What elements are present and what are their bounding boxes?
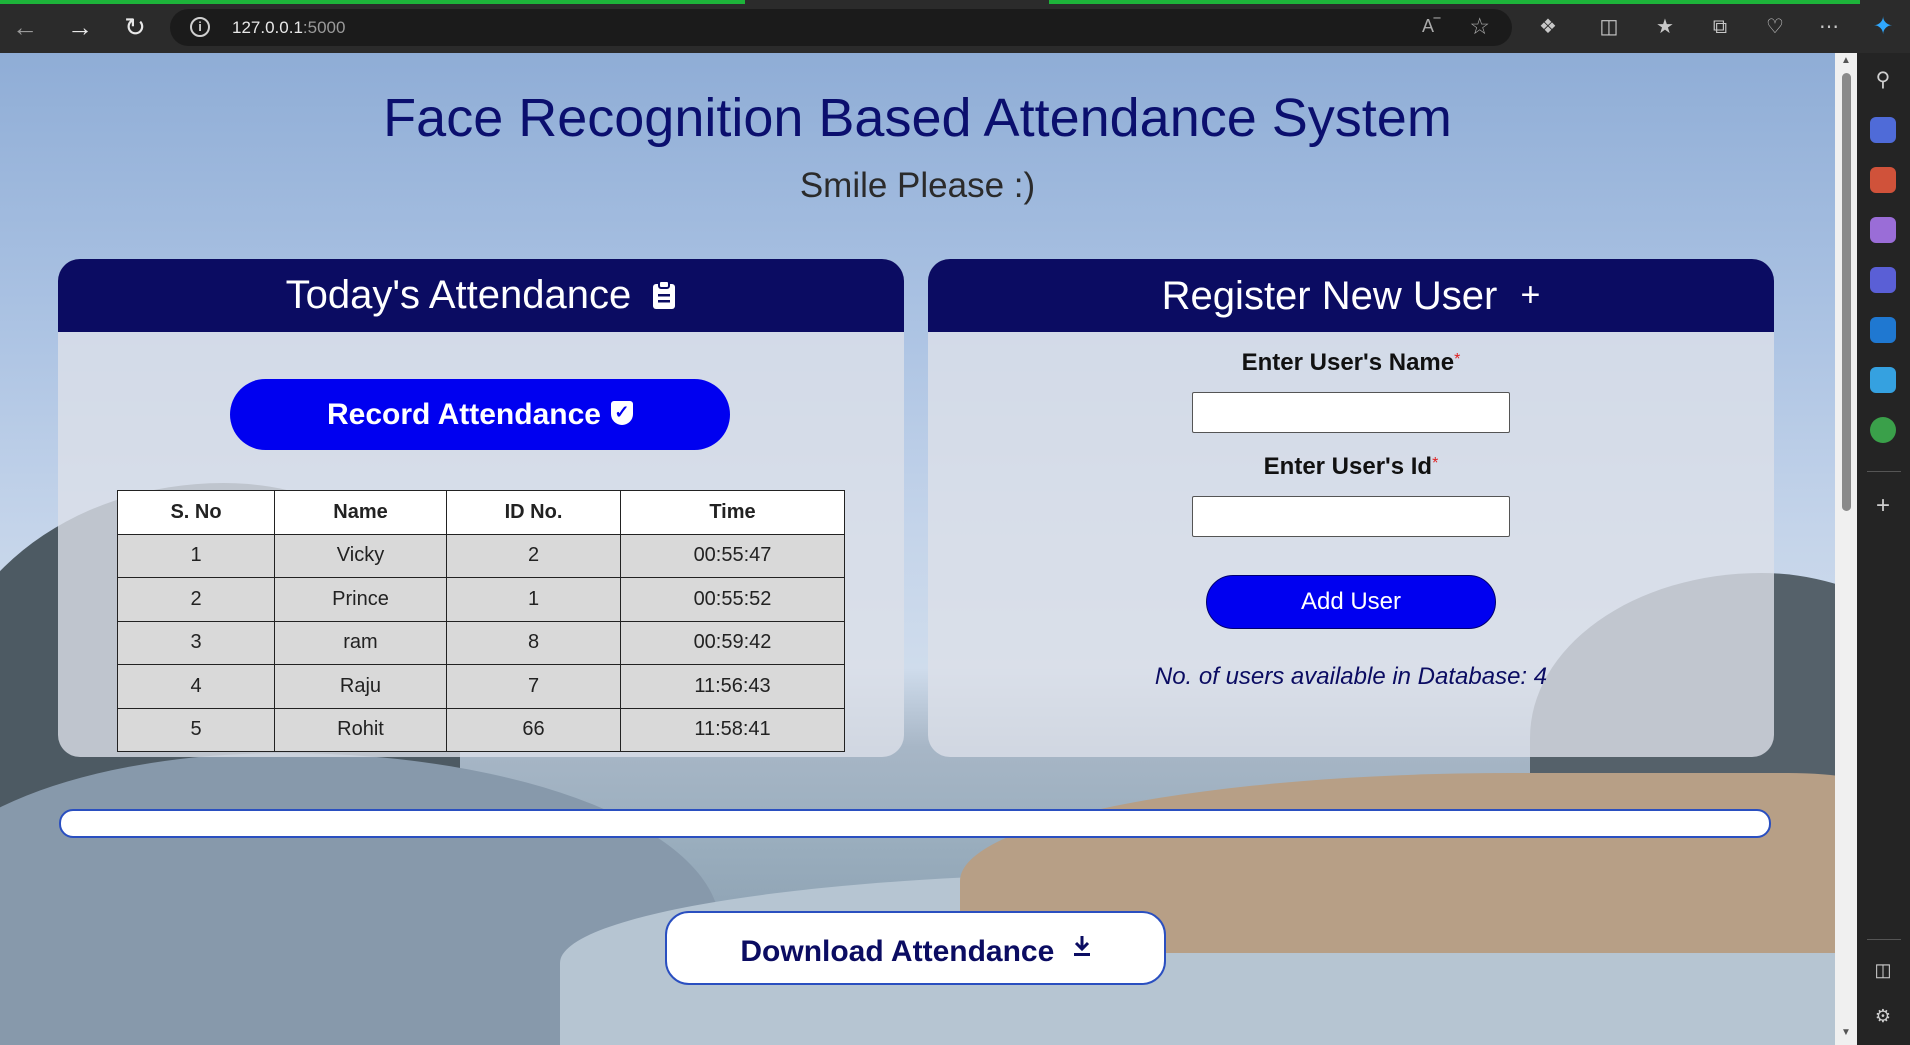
user-name-input[interactable]	[1192, 392, 1510, 433]
register-card: Register New User + Enter User's Name* E…	[928, 259, 1774, 757]
table-row: 2 Prince 1 00:55:52	[117, 577, 845, 622]
attendance-card: Today's Attendance Record Attendance ✓ S.…	[58, 259, 904, 757]
forward-icon[interactable]: →	[63, 10, 97, 44]
cell-name: Prince	[274, 577, 447, 622]
cell-time: 00:59:42	[620, 620, 845, 665]
cell-sno: 2	[117, 577, 275, 622]
cell-sno: 4	[117, 664, 275, 709]
cell-id: 2	[446, 533, 621, 578]
progress-bar	[59, 809, 1771, 838]
games-icon[interactable]	[1870, 217, 1896, 243]
cell-name: Rohit	[274, 707, 447, 752]
cell-sno: 5	[117, 707, 275, 752]
loading-bar	[1049, 0, 1860, 4]
download-attendance-label: Download Attendance	[740, 935, 1055, 968]
cell-sno: 3	[117, 620, 275, 665]
attendance-card-header: Today's Attendance	[58, 259, 904, 332]
sidebar-divider	[1867, 471, 1901, 472]
page-viewport: Face Recognition Based Attendance System…	[0, 53, 1835, 1045]
split-screen-icon[interactable]: ◫	[1594, 12, 1624, 42]
outlook-icon[interactable]	[1870, 317, 1896, 343]
database-count-text: No. of users available in Database: 4	[1154, 663, 1548, 690]
plus-icon: +	[1520, 276, 1541, 314]
column-header: Time	[620, 490, 845, 535]
add-user-button[interactable]: Add User	[1206, 575, 1496, 629]
site-info-icon[interactable]: i	[190, 17, 210, 37]
table-row: 3 ram 8 00:59:42	[117, 620, 845, 665]
collections-icon[interactable]: ⧉	[1705, 12, 1735, 42]
cell-id: 7	[446, 664, 621, 709]
favorites-icon[interactable]: ★	[1650, 12, 1680, 42]
cell-name: Raju	[274, 664, 447, 709]
favorite-star-icon[interactable]: ☆	[1469, 13, 1490, 40]
name-field-label: Enter User's Name*	[1241, 349, 1461, 376]
tools-icon[interactable]	[1870, 167, 1896, 193]
cell-name: ram	[274, 620, 447, 665]
url-text[interactable]: 127.0.0.1:5000	[232, 18, 345, 38]
browser-toolbar: ← → ↻ i 127.0.0.1:5000 A‾ ☆ ❖ ◫ ★ ⧉ ♡ ⋯ …	[0, 0, 1910, 53]
page-subtitle: Smile Please :)	[799, 166, 1036, 205]
copilot-icon[interactable]: ✦	[1868, 12, 1898, 42]
scroll-up-icon[interactable]: ▲	[1839, 55, 1853, 66]
m365-icon[interactable]	[1870, 267, 1896, 293]
browser-sidebar: ⚲ + ◫ ⚙	[1857, 53, 1910, 1045]
column-header: Name	[274, 490, 447, 535]
clipboard-icon	[652, 261, 676, 334]
cell-time: 11:56:43	[620, 664, 845, 709]
table-row: 5 Rohit 66 11:58:41	[117, 707, 845, 752]
check-shield-icon: ✓	[610, 401, 633, 425]
user-id-input[interactable]	[1192, 496, 1510, 537]
back-icon[interactable]: ←	[8, 10, 42, 44]
record-attendance-label: Record Attendance	[327, 398, 601, 431]
download-attendance-button[interactable]: Download Attendance	[665, 911, 1166, 985]
table-row: 4 Raju 7 11:56:43	[117, 664, 845, 709]
sidebar-divider	[1867, 939, 1901, 940]
cell-id: 66	[446, 707, 621, 752]
health-icon[interactable]: ♡	[1760, 12, 1790, 42]
telegram-icon[interactable]	[1870, 367, 1896, 393]
column-header: ID No.	[446, 490, 621, 535]
cell-time: 00:55:47	[620, 533, 845, 578]
required-mark: *	[1432, 455, 1439, 472]
sidebar-toggle-icon[interactable]: ◫	[1870, 957, 1896, 983]
attendance-heading: Today's Attendance	[285, 273, 632, 317]
cell-id: 8	[446, 620, 621, 665]
scrollbar-thumb[interactable]	[1842, 73, 1851, 511]
scroll-down-icon[interactable]: ▼	[1839, 1027, 1853, 1038]
settings-icon[interactable]: ⚙	[1870, 1003, 1896, 1029]
refresh-icon[interactable]: ↻	[118, 10, 152, 44]
column-header: S. No	[117, 490, 275, 535]
required-mark: *	[1454, 351, 1461, 368]
read-aloud-icon[interactable]: A‾	[1422, 16, 1440, 37]
page-title: Face Recognition Based Attendance System	[383, 88, 1452, 148]
register-card-header: Register New User +	[928, 259, 1774, 332]
table-row: 1 Vicky 2 00:55:47	[117, 533, 845, 578]
register-heading: Register New User	[1161, 274, 1498, 318]
cell-time: 11:58:41	[620, 707, 845, 752]
tree-icon[interactable]	[1870, 417, 1896, 443]
record-attendance-button[interactable]: Record Attendance ✓	[230, 379, 730, 450]
add-icon[interactable]: +	[1870, 493, 1896, 519]
shopping-icon[interactable]	[1870, 117, 1896, 143]
cell-id: 1	[446, 577, 621, 622]
more-icon[interactable]: ⋯	[1814, 12, 1844, 42]
address-bar[interactable]: i 127.0.0.1:5000 A‾ ☆	[170, 9, 1512, 46]
extensions-icon[interactable]: ❖	[1533, 12, 1563, 42]
page-scrollbar[interactable]: ▲ ▼	[1835, 53, 1857, 1045]
download-icon	[1073, 913, 1091, 983]
cell-name: Vicky	[274, 533, 447, 578]
attendance-table: S. No Name ID No. Time 1 Vicky 2 00:55:4…	[117, 490, 845, 752]
cell-sno: 1	[117, 533, 275, 578]
table-header-row: S. No Name ID No. Time	[117, 490, 845, 535]
search-icon[interactable]: ⚲	[1870, 67, 1896, 93]
loading-bar	[0, 0, 745, 4]
id-field-label: Enter User's Id*	[1263, 453, 1439, 480]
cell-time: 00:55:52	[620, 577, 845, 622]
